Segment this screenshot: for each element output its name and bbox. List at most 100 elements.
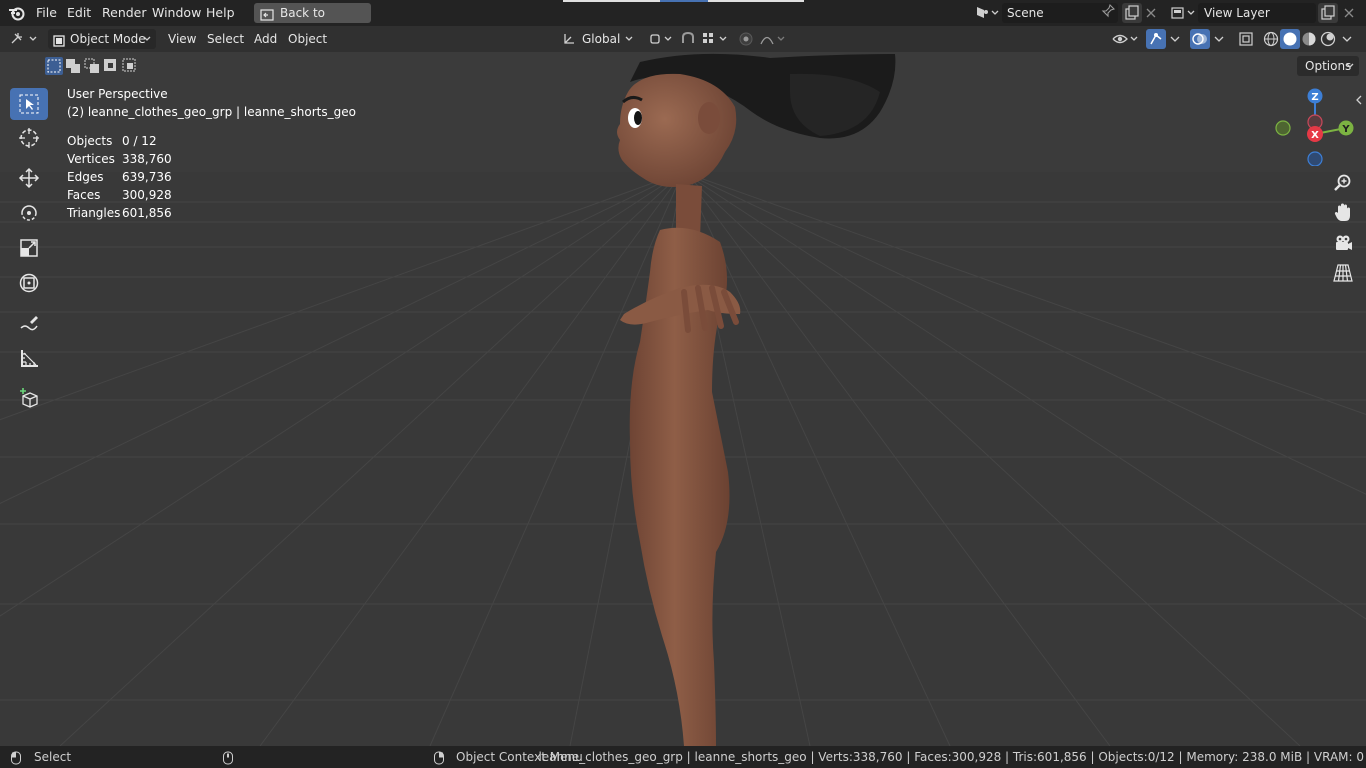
blender-logo-icon[interactable]	[8, 4, 28, 24]
tool-move[interactable]	[10, 162, 48, 194]
stat-faces-value: 300,928	[122, 188, 172, 202]
transform-orientation-select[interactable]: Global	[558, 29, 637, 49]
pin-icon[interactable]	[1100, 3, 1120, 23]
mode-select[interactable]: Object Mode	[48, 29, 156, 49]
cursor-icon	[19, 128, 39, 148]
zoom-button[interactable]	[1330, 170, 1356, 196]
chevron-down-icon	[624, 30, 634, 54]
material-shading-icon[interactable]	[1299, 29, 1319, 49]
select-extend-icon[interactable]	[64, 57, 82, 75]
menu-object[interactable]: Object	[288, 30, 327, 48]
rendered-shading-icon[interactable]	[1318, 29, 1338, 49]
tool-select-box[interactable]	[10, 88, 48, 120]
snap-icon[interactable]	[678, 29, 698, 49]
xray-toggle-icon[interactable]	[1236, 29, 1256, 49]
tool-scale[interactable]	[10, 232, 48, 264]
options-dropdown[interactable]: Options	[1297, 56, 1359, 76]
gizmo-z-label: Z	[1311, 92, 1318, 103]
overlays-toggle-icon[interactable]	[1190, 29, 1210, 49]
perspective-toggle-button[interactable]	[1330, 260, 1356, 286]
back-to-previous-button[interactable]: Back to Previous	[254, 3, 371, 40]
select-subtract-icon[interactable]	[83, 57, 101, 75]
view-layer-browse-icon[interactable]	[1168, 3, 1196, 23]
pan-hand-icon	[1334, 203, 1350, 221]
select-box-icon	[19, 94, 39, 114]
workspace-tab-active-indicator	[660, 0, 708, 2]
delete-view-layer-icon[interactable]	[1341, 3, 1361, 23]
wireframe-shading-icon[interactable]	[1261, 29, 1281, 49]
top-menu-bar: File Edit Render Window Help Back to Pre…	[0, 0, 1366, 40]
stat-vertices-value: 338,760	[122, 152, 172, 166]
menu-view[interactable]: View	[168, 30, 196, 48]
pan-button[interactable]	[1330, 200, 1356, 226]
scale-icon	[20, 239, 38, 257]
falloff-curve-icon[interactable]	[758, 29, 788, 49]
menu-window[interactable]: Window	[146, 4, 207, 22]
stat-triangles-label: Triangles	[67, 206, 121, 220]
scene-browse-icon[interactable]	[972, 3, 1000, 23]
menu-add[interactable]: Add	[254, 30, 277, 48]
tool-measure[interactable]	[10, 342, 48, 374]
delete-scene-icon[interactable]	[1143, 3, 1163, 23]
gizmo-y-negative[interactable]	[1275, 120, 1291, 136]
tool-annotate[interactable]	[10, 307, 48, 339]
view-layer-field[interactable]: View Layer	[1198, 3, 1316, 23]
select-invert-icon[interactable]	[102, 57, 120, 75]
annotate-pencil-icon	[20, 316, 38, 331]
mouse-middle-icon	[222, 750, 234, 768]
zoom-magnifier-icon	[1334, 174, 1351, 191]
viewport-scene	[0, 52, 1366, 746]
gizmo-x-label: X	[1311, 130, 1319, 141]
stat-objects-label: Objects	[67, 134, 113, 148]
gizmo-dropdown-icon[interactable]	[1168, 29, 1182, 49]
stat-edges-value: 639,736	[122, 170, 172, 184]
mouse-right-icon	[433, 750, 445, 768]
transform-icon	[19, 273, 39, 293]
editor-type-icon[interactable]	[8, 29, 40, 49]
proportional-edit-icon[interactable]	[736, 29, 756, 49]
tool-transform[interactable]	[10, 267, 48, 299]
menu-select[interactable]: Select	[207, 30, 244, 48]
tool-rotate[interactable]	[10, 197, 48, 229]
chevron-down-icon	[142, 30, 152, 54]
rotate-icon	[21, 205, 37, 221]
menu-help[interactable]: Help	[200, 4, 241, 22]
3d-viewport[interactable]: User Perspective (2) leanne_clothes_geo_…	[0, 52, 1366, 746]
scene-name: Scene	[1007, 6, 1044, 20]
view-layer-name: View Layer	[1204, 6, 1270, 20]
select-intersect-icon[interactable]	[121, 57, 139, 75]
shading-dropdown-icon[interactable]	[1340, 29, 1354, 49]
gizmo-z-negative[interactable]	[1307, 151, 1323, 166]
measure-ruler-icon	[21, 350, 38, 367]
new-view-layer-icon[interactable]	[1318, 3, 1338, 23]
snap-target-icon[interactable]	[700, 29, 730, 49]
tool-add-cube[interactable]	[10, 382, 48, 414]
chevron-down-icon	[1345, 57, 1355, 81]
stat-objects-value: 0 / 12	[122, 134, 157, 148]
back-screen-icon	[260, 7, 274, 27]
overlays-dropdown-icon[interactable]	[1212, 29, 1226, 49]
stat-triangles-value: 601,856	[122, 206, 172, 220]
new-scene-icon[interactable]	[1122, 3, 1142, 23]
select-new-icon[interactable]	[45, 57, 63, 75]
camera-view-button[interactable]	[1330, 230, 1356, 256]
navigation-gizmo[interactable]: Z Y X	[1268, 86, 1358, 166]
gizmo-toggle-icon[interactable]	[1146, 29, 1166, 49]
active-object-label: (2) leanne_clothes_geo_grp | leanne_shor…	[67, 105, 356, 119]
menu-render[interactable]: Render	[96, 4, 153, 22]
menu-file[interactable]: File	[30, 4, 63, 22]
object-mode-icon	[53, 33, 65, 53]
perspective-grid-icon	[1333, 264, 1353, 282]
pivot-point-icon[interactable]	[645, 29, 673, 49]
viewport-header: Object Mode View Select Add Object Globa…	[0, 26, 1366, 52]
menu-edit[interactable]: Edit	[61, 4, 97, 22]
status-bar: Select Object Context Menu leanne_clothe…	[0, 746, 1366, 768]
stat-faces-label: Faces	[67, 188, 101, 202]
visibility-eye-icon[interactable]	[1110, 29, 1140, 49]
solid-shading-icon[interactable]	[1280, 29, 1300, 49]
status-scene-statistics: leanne_clothes_geo_grp | leanne_shorts_g…	[538, 750, 1364, 764]
orientation-axes-icon	[562, 32, 576, 52]
tool-cursor[interactable]	[10, 122, 48, 154]
stat-vertices-label: Vertices	[67, 152, 115, 166]
camera-icon	[1336, 235, 1352, 250]
